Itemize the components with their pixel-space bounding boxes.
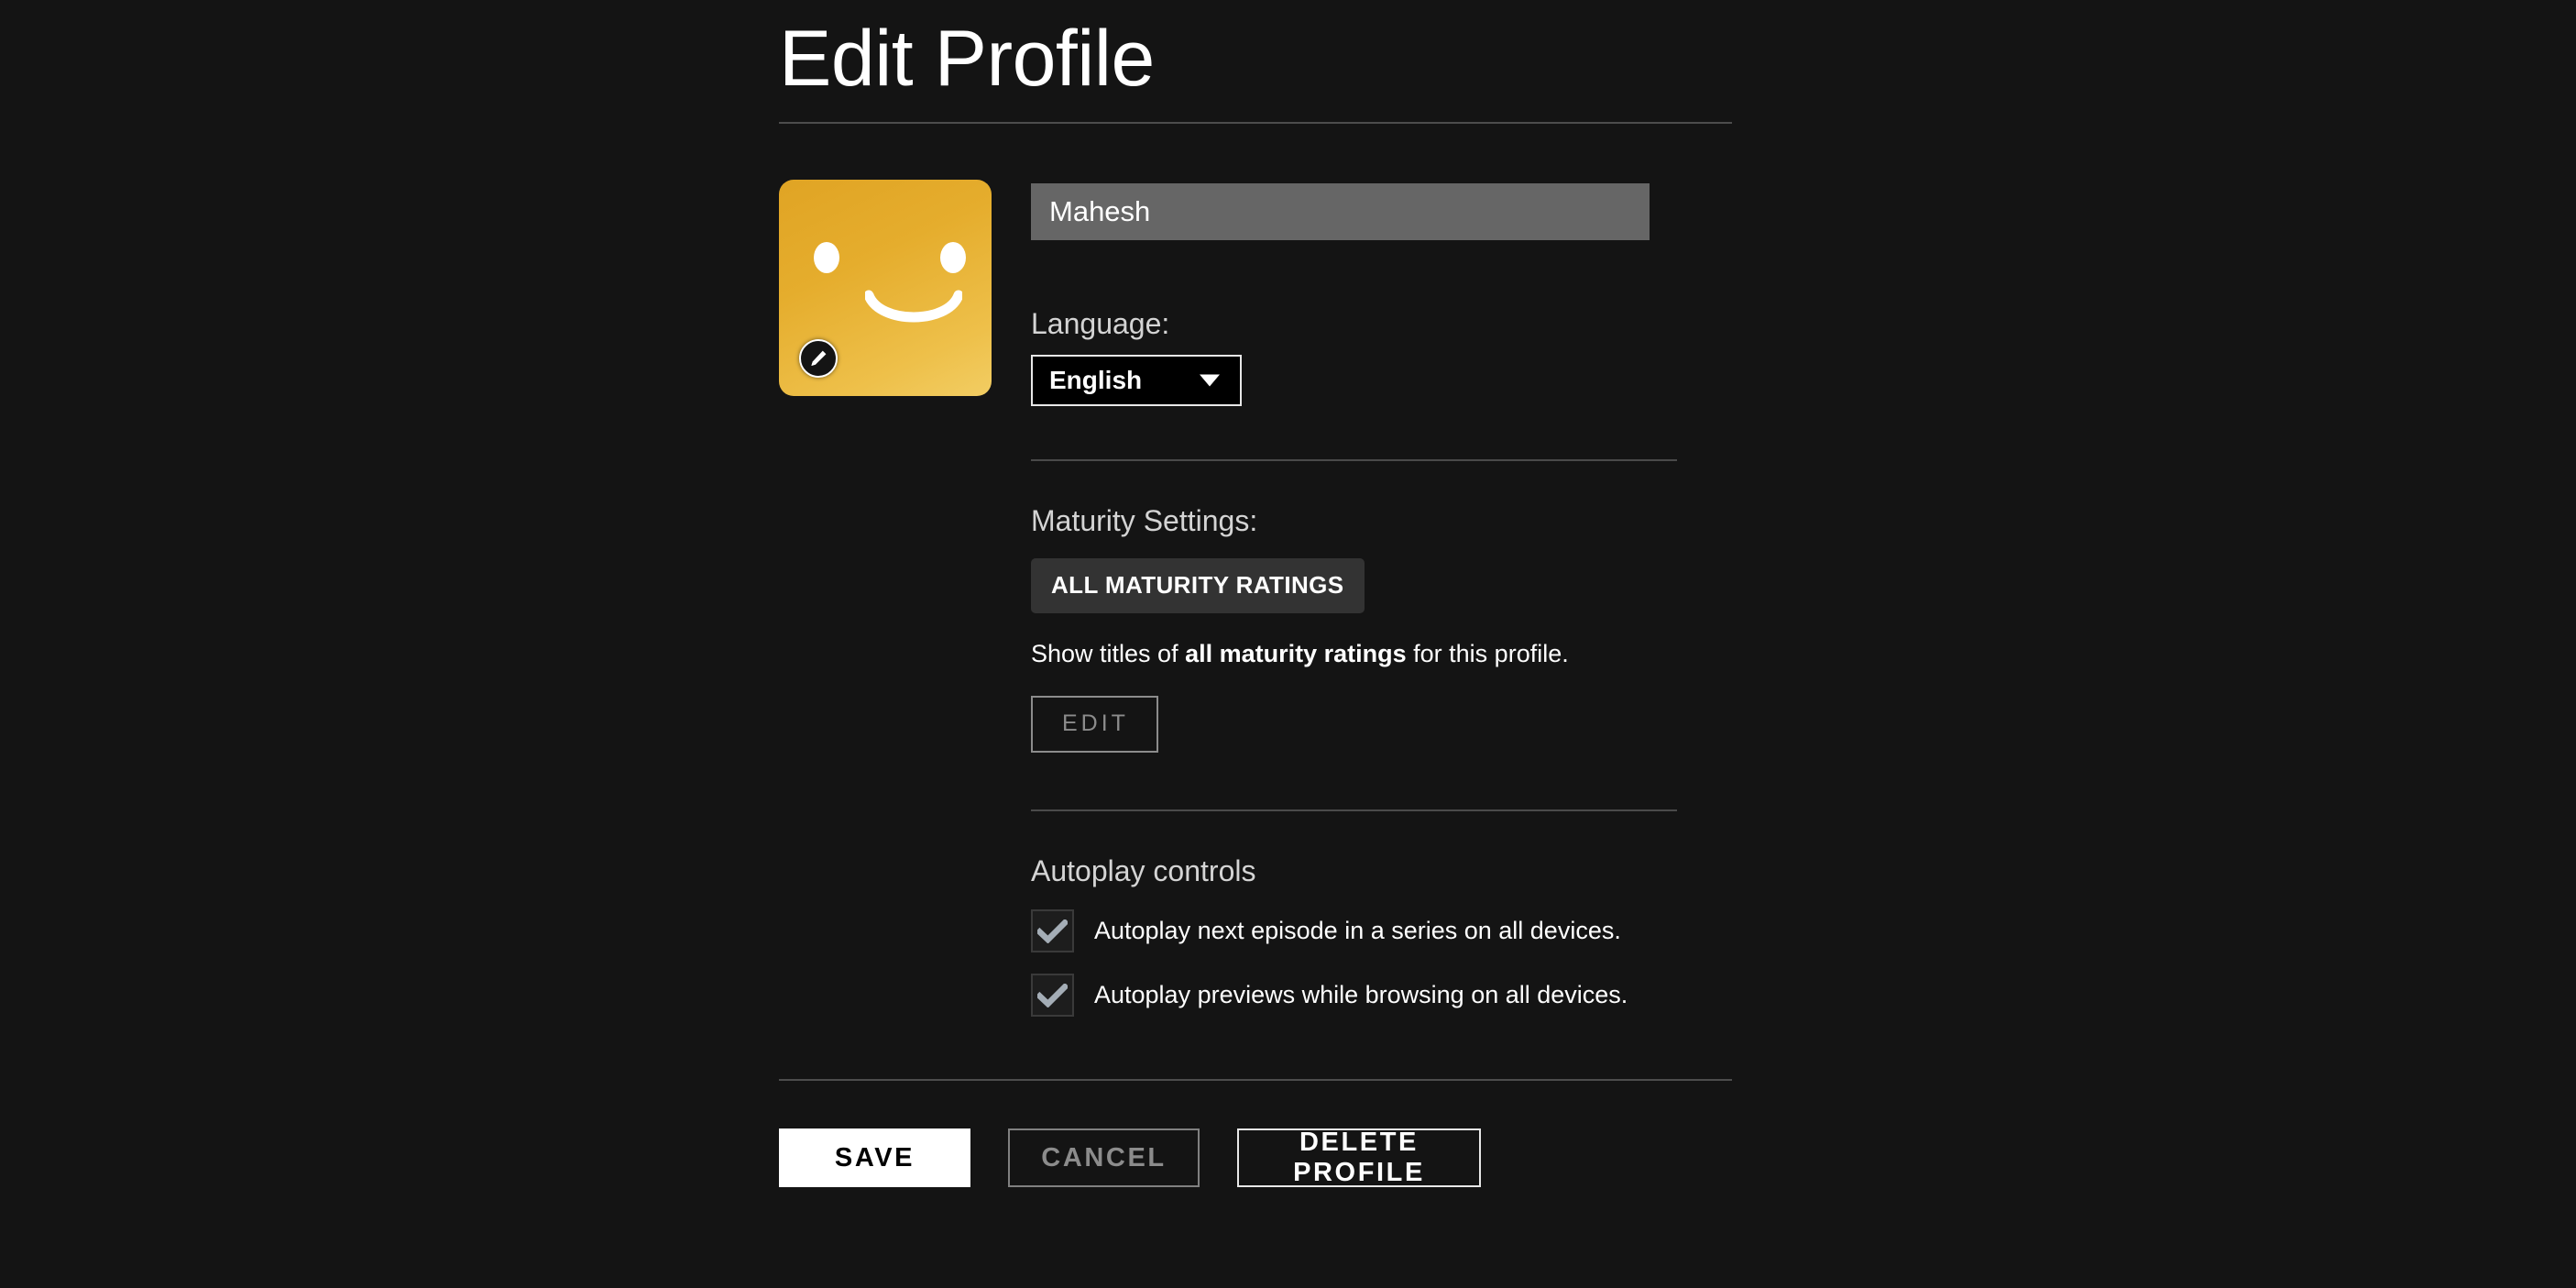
avatar-column [779, 180, 1031, 396]
maturity-rating-badge: ALL MATURITY RATINGS [1031, 558, 1365, 613]
footer-divider [779, 1079, 1732, 1081]
maturity-description-suffix: for this profile. [1407, 640, 1569, 667]
maturity-description: Show titles of all maturity ratings for … [1031, 640, 1732, 668]
profile-name-input[interactable] [1031, 183, 1650, 240]
avatar-edit-button[interactable] [799, 339, 838, 378]
language-label: Language: [1031, 307, 1732, 341]
autoplay-divider [1031, 809, 1677, 811]
language-select[interactable]: English [1031, 355, 1242, 406]
header-divider [779, 122, 1732, 124]
checkmark-icon [1037, 919, 1068, 943]
save-button[interactable]: SAVE [779, 1128, 970, 1187]
autoplay-previews-checkbox[interactable] [1031, 974, 1074, 1017]
maturity-description-prefix: Show titles of [1031, 640, 1185, 667]
avatar-eye-right-icon [940, 242, 966, 273]
autoplay-previews-label: Autoplay previews while browsing on all … [1094, 981, 1628, 1009]
autoplay-next-episode-row[interactable]: Autoplay next episode in a series on all… [1031, 909, 1732, 952]
pencil-icon [808, 348, 828, 369]
autoplay-next-episode-label: Autoplay next episode in a series on all… [1094, 917, 1621, 945]
checkmark-icon [1037, 984, 1068, 1007]
maturity-divider [1031, 459, 1677, 461]
language-selected-value: English [1033, 366, 1142, 395]
chevron-down-icon [1200, 375, 1220, 387]
footer-actions: SAVE CANCEL DELETE PROFILE [779, 1128, 1481, 1187]
page-title: Edit Profile [779, 17, 1732, 102]
fields-column: Language: English Maturity Settings: ALL… [1031, 180, 1732, 1017]
edit-profile-page: Edit Profile [0, 0, 2576, 1288]
cancel-button[interactable]: CANCEL [1008, 1128, 1200, 1187]
delete-profile-button[interactable]: DELETE PROFILE [1237, 1128, 1481, 1187]
profile-form: Language: English Maturity Settings: ALL… [779, 180, 1732, 1017]
autoplay-previews-row[interactable]: Autoplay previews while browsing on all … [1031, 974, 1732, 1017]
maturity-settings-label: Maturity Settings: [1031, 504, 1732, 538]
avatar-eye-left-icon [814, 242, 839, 273]
page-header: Edit Profile [779, 17, 1732, 124]
maturity-edit-button[interactable]: EDIT [1031, 696, 1158, 753]
avatar[interactable] [779, 180, 992, 396]
autoplay-controls-label: Autoplay controls [1031, 854, 1732, 888]
maturity-description-bold: all maturity ratings [1185, 640, 1407, 667]
autoplay-next-episode-checkbox[interactable] [1031, 909, 1074, 952]
avatar-smile-icon [865, 288, 962, 336]
